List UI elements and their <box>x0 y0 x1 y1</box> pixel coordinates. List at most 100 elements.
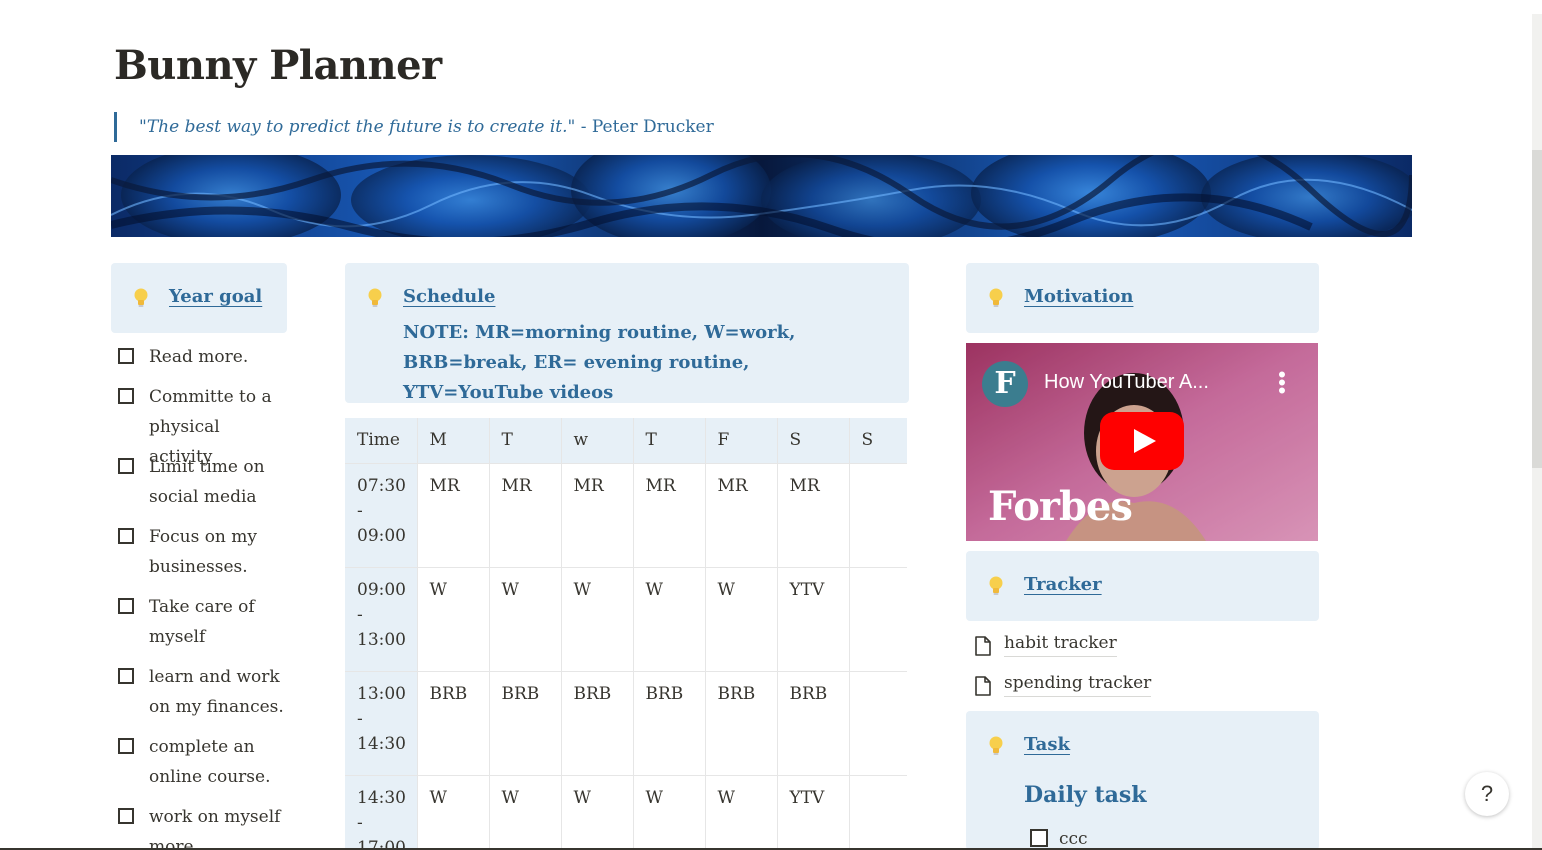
column-header[interactable]: F <box>704 418 778 464</box>
table-cell[interactable]: BRB <box>632 671 706 776</box>
checkbox[interactable] <box>1030 829 1048 847</box>
table-row: 14:30-17:00 W W W W W YTV <box>345 775 907 850</box>
time-cell[interactable]: 13:00 - 14:30 <box>345 671 418 776</box>
table-cell[interactable]: YTV <box>776 775 850 850</box>
page-link-label[interactable]: habit tracker <box>1004 630 1117 657</box>
checkbox[interactable] <box>118 348 134 364</box>
table-cell[interactable] <box>848 671 907 776</box>
todo-text[interactable]: Focus on my businesses. <box>118 522 288 582</box>
year-goal-item[interactable]: learn and work on my finances. <box>118 662 288 722</box>
time-cell[interactable]: 09:00 - 13:00 <box>345 567 418 672</box>
scrollbar-thumb[interactable] <box>1532 150 1542 468</box>
page-icon <box>975 676 991 696</box>
table-cell[interactable]: MR <box>704 463 778 568</box>
lightbulb-icon <box>134 288 148 307</box>
time-start: 07:30 <box>357 476 406 496</box>
checkbox[interactable] <box>118 668 134 684</box>
checkbox[interactable] <box>118 808 134 824</box>
table-cell[interactable]: W <box>704 567 778 672</box>
year-goal-item[interactable]: Limit time on social media <box>118 452 288 512</box>
table-cell[interactable]: W <box>488 567 562 672</box>
year-goal-callout: Year goal <box>111 263 287 333</box>
table-cell[interactable]: BRB <box>416 671 490 776</box>
year-goal-item[interactable]: complete an online course. <box>118 732 288 792</box>
todo-text[interactable]: complete an online course. <box>118 732 288 792</box>
time-end: 14:30 <box>357 734 406 754</box>
tracker-link[interactable]: Tracker <box>1024 574 1102 595</box>
year-goal-item[interactable]: Focus on my businesses. <box>118 522 288 582</box>
table-cell[interactable]: MR <box>776 463 850 568</box>
year-goal-item[interactable]: work on myself <box>118 802 288 832</box>
table-cell[interactable]: W <box>488 775 562 850</box>
time-separator: - <box>357 813 363 833</box>
page-title: Bunny Planner <box>114 42 442 89</box>
year-goal-item[interactable]: Read more. <box>118 342 288 372</box>
checkbox[interactable] <box>118 528 134 544</box>
checkbox[interactable] <box>118 458 134 474</box>
more-vertical-icon[interactable]: • • • <box>1278 364 1286 402</box>
table-cell[interactable]: W <box>704 775 778 850</box>
column-header[interactable]: S <box>848 418 907 464</box>
schedule-table: Time M T w T F S S 07:30 - 09:00 MR MR MR … <box>345 418 907 850</box>
lightbulb-icon <box>989 736 1003 755</box>
todo-text[interactable]: Limit time on social media <box>118 452 288 512</box>
table-cell[interactable]: W <box>416 567 490 672</box>
checkbox[interactable] <box>118 738 134 754</box>
year-goal-item[interactable]: Take care of myself <box>118 592 288 652</box>
time-cell[interactable]: 14:30-17:00 <box>345 775 418 850</box>
channel-logo[interactable]: F <box>982 361 1028 407</box>
table-cell[interactable]: BRB <box>776 671 850 776</box>
help-button[interactable]: ? <box>1465 772 1509 816</box>
column-header[interactable]: M <box>416 418 490 464</box>
video-title[interactable]: How YouTuber A... <box>1044 371 1209 394</box>
page-link-label[interactable]: spending tracker <box>1004 670 1152 697</box>
table-cell[interactable]: W <box>632 567 706 672</box>
table-cell[interactable]: MR <box>560 463 634 568</box>
table-cell[interactable]: W <box>560 775 634 850</box>
table-cell[interactable]: MR <box>488 463 562 568</box>
todo-text[interactable]: Read more. <box>118 342 288 372</box>
table-cell[interactable] <box>848 463 907 568</box>
table-cell[interactable]: W <box>560 567 634 672</box>
table-row: 07:30 - 09:00 MR MR MR MR MR MR <box>345 463 907 568</box>
table-cell[interactable] <box>848 775 907 850</box>
column-header[interactable]: T <box>632 418 706 464</box>
checkbox[interactable] <box>118 598 134 614</box>
column-header[interactable]: w <box>560 418 634 464</box>
youtube-play-icon[interactable] <box>1100 412 1184 470</box>
table-header-row: Time M T w T F S S <box>345 418 907 464</box>
table-cell[interactable] <box>848 567 907 672</box>
time-cell[interactable]: 07:30 - 09:00 <box>345 463 418 568</box>
tracker-callout: Tracker <box>966 551 1319 621</box>
table-cell[interactable]: MR <box>416 463 490 568</box>
task-link[interactable]: Task <box>1024 734 1070 755</box>
motivation-link[interactable]: Motivation <box>1024 286 1133 307</box>
table-cell[interactable]: BRB <box>560 671 634 776</box>
lightbulb-icon <box>368 288 382 307</box>
column-header[interactable]: Time <box>345 418 418 464</box>
lightbulb-icon <box>989 576 1003 595</box>
schedule-note: NOTE: MR=morning routine, W=work, BRB=br… <box>403 322 796 403</box>
year-goal-link[interactable]: Year goal <box>169 286 262 307</box>
table-cell[interactable]: W <box>416 775 490 850</box>
todo-text[interactable]: work on myself <box>118 802 288 832</box>
table-cell[interactable]: BRB <box>704 671 778 776</box>
todo-text[interactable]: Take care of myself <box>118 592 288 652</box>
task-item[interactable]: ccc <box>1030 826 1088 850</box>
column-header[interactable]: T <box>488 418 562 464</box>
time-separator: - <box>357 605 363 625</box>
time-separator: - <box>357 501 363 521</box>
table-cell[interactable]: MR <box>632 463 706 568</box>
todo-text[interactable]: learn and work on my finances. <box>118 662 288 722</box>
time-separator: - <box>357 709 363 729</box>
checkbox[interactable] <box>118 388 134 404</box>
table-cell[interactable]: W <box>632 775 706 850</box>
table-cell[interactable]: YTV <box>776 567 850 672</box>
task-callout: Task <box>966 711 1319 850</box>
schedule-link[interactable]: Schedule <box>403 286 495 307</box>
youtube-video-embed[interactable]: F How YouTuber A... • • • Forbes <box>966 343 1318 541</box>
column-header[interactable]: S <box>776 418 850 464</box>
time-end: 09:00 <box>357 526 406 546</box>
lightbulb-icon <box>989 288 1003 307</box>
table-cell[interactable]: BRB <box>488 671 562 776</box>
